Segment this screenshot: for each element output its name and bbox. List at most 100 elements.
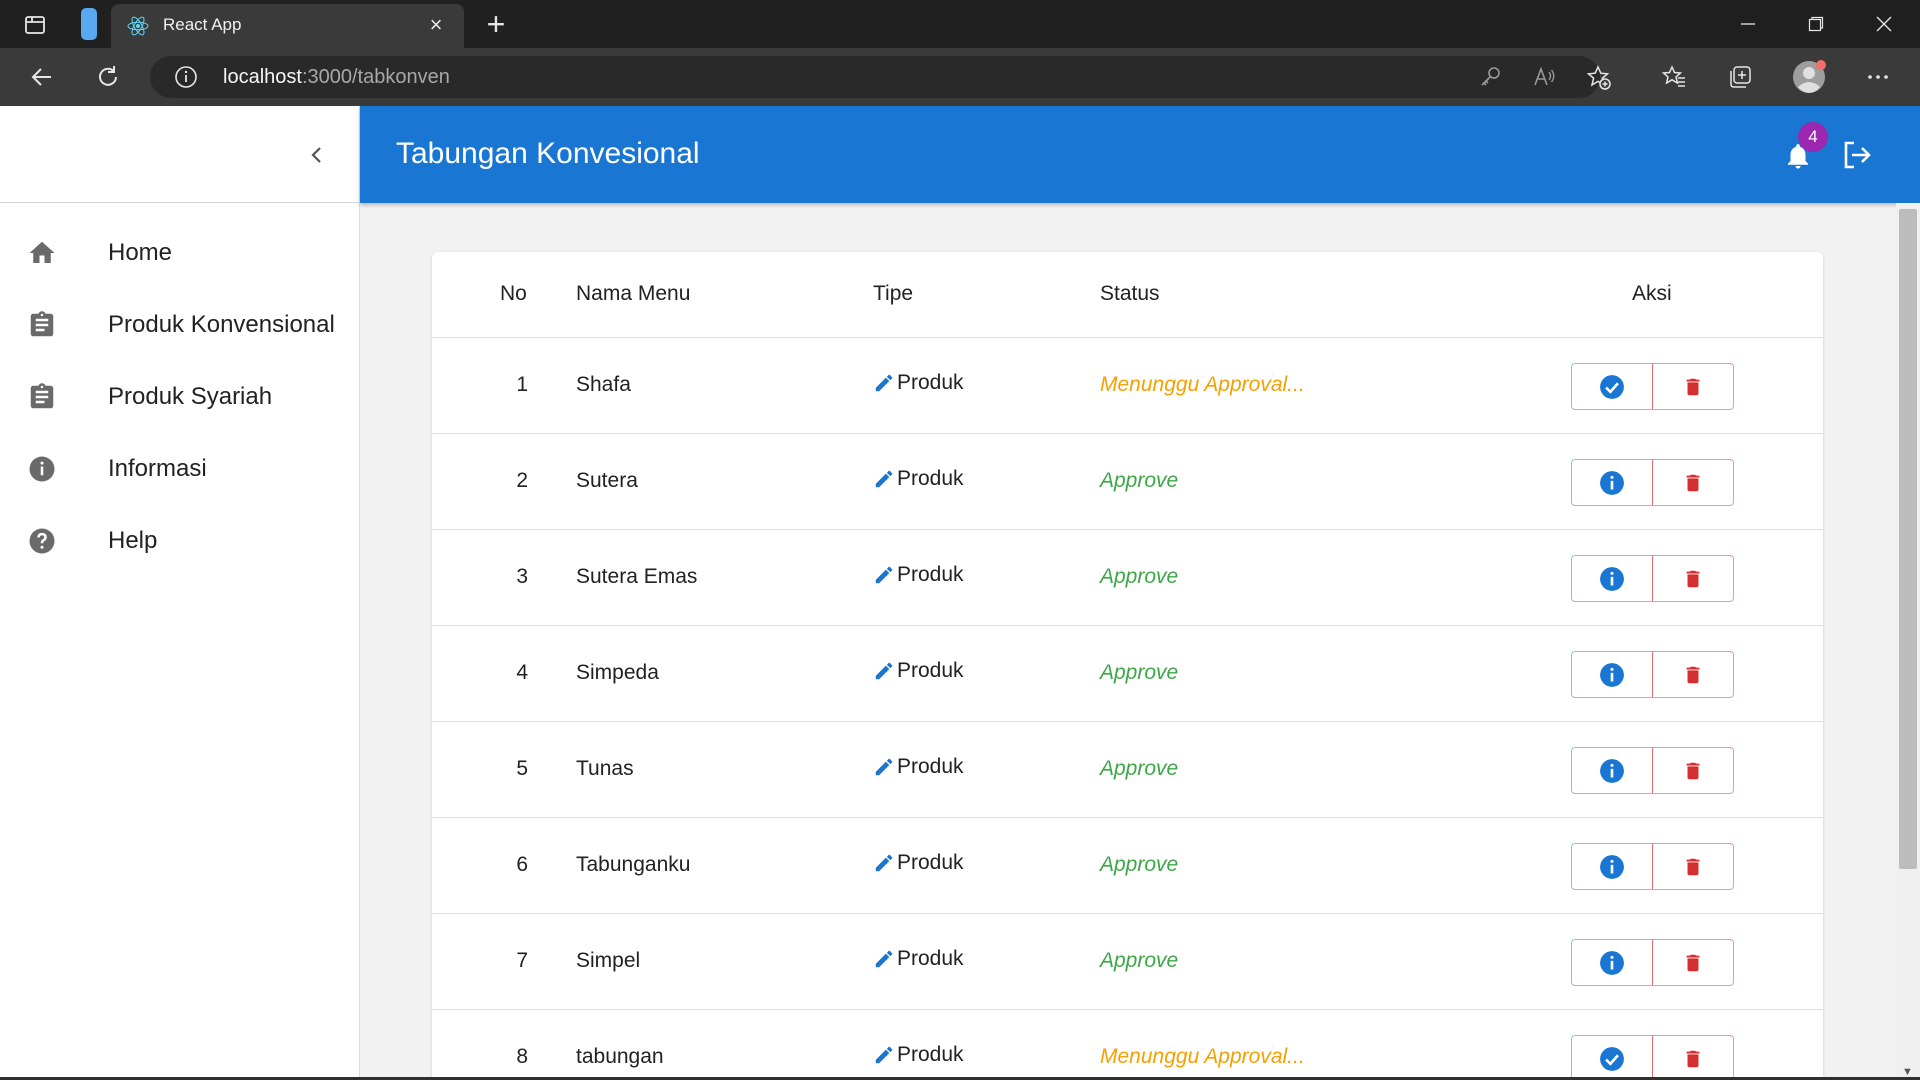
clipboard-icon <box>25 380 59 414</box>
row-actions <box>1571 747 1735 794</box>
notification-badge: 4 <box>1798 122 1828 152</box>
row-tipe[interactable]: Produk <box>873 467 964 491</box>
table-row: 4 Simpeda Produk Approve <box>432 626 1823 722</box>
row-name: Tunas <box>576 757 634 780</box>
delete-button[interactable] <box>1652 651 1734 698</box>
delete-button[interactable] <box>1652 459 1734 506</box>
page-scrollbar[interactable]: ▼ <box>1896 203 1920 1080</box>
collapse-sidebar-button[interactable] <box>300 138 334 172</box>
browser-tab[interactable]: React App × <box>111 4 464 48</box>
minimize-button[interactable] <box>1714 0 1782 48</box>
edit-pencil-icon[interactable] <box>873 564 895 586</box>
workspace-icon[interactable] <box>78 6 100 42</box>
approve-button[interactable] <box>1571 363 1653 410</box>
info-icon <box>1599 662 1625 688</box>
table-row: 3 Sutera Emas Produk Approve <box>432 530 1823 626</box>
home-icon <box>25 236 59 270</box>
profile-avatar[interactable] <box>1789 57 1829 97</box>
restore-button[interactable] <box>1782 0 1850 48</box>
header-aksi: Aksi <box>1632 282 1672 305</box>
tab-actions-icon[interactable] <box>22 12 48 38</box>
tipe-label: Produk <box>897 467 964 490</box>
new-tab-button[interactable]: + <box>480 8 512 40</box>
row-number: 6 <box>516 853 528 876</box>
address-bar[interactable]: localhost:3000/tabkonven <box>150 56 1611 98</box>
scrollbar-thumb[interactable] <box>1899 209 1917 869</box>
row-tipe[interactable]: Produk <box>873 371 964 395</box>
sidebar-item-home[interactable]: Home <box>0 223 359 283</box>
tipe-label: Produk <box>897 1043 964 1066</box>
react-logo-icon <box>127 15 149 37</box>
delete-button[interactable] <box>1652 555 1734 602</box>
row-tipe[interactable]: Produk <box>873 563 964 587</box>
row-actions <box>1571 555 1735 602</box>
info-button[interactable] <box>1571 651 1653 698</box>
add-favorite-icon[interactable] <box>1586 65 1612 91</box>
app-header: Tabungan Konvesional 4 <box>360 106 1920 203</box>
row-name: Tabunganku <box>576 853 691 876</box>
favorites-button[interactable] <box>1654 57 1694 97</box>
row-actions <box>1571 939 1735 986</box>
edit-pencil-icon[interactable] <box>873 948 895 970</box>
row-tipe[interactable]: Produk <box>873 659 964 683</box>
sidebar-item-label: Help <box>108 527 158 554</box>
clipboard-icon <box>25 308 59 342</box>
delete-button[interactable] <box>1652 843 1734 890</box>
info-icon <box>1599 758 1625 784</box>
row-tipe[interactable]: Produk <box>873 851 964 875</box>
info-button[interactable] <box>1571 939 1653 986</box>
url-path: :3000/tabkonven <box>301 66 450 88</box>
more-options-icon[interactable] <box>1858 57 1898 97</box>
sidebar-item-label: Informasi <box>108 455 207 482</box>
edit-pencil-icon[interactable] <box>873 468 895 490</box>
info-button[interactable] <box>1571 747 1653 794</box>
sidebar-item-help[interactable]: Help <box>0 511 359 571</box>
sidebar-item-label: Produk Syariah <box>108 383 273 410</box>
url-text: localhost:3000/tabkonven <box>223 66 450 89</box>
tipe-label: Produk <box>897 851 964 874</box>
header-no: No <box>500 282 527 305</box>
close-window-button[interactable] <box>1850 0 1918 48</box>
logout-icon[interactable] <box>1836 134 1878 176</box>
delete-button[interactable] <box>1652 939 1734 986</box>
site-info-icon[interactable] <box>174 65 198 89</box>
tab-close-icon[interactable]: × <box>424 13 448 37</box>
delete-button[interactable] <box>1652 1035 1734 1080</box>
status-text: Menunggu Approval... <box>1100 373 1305 396</box>
delete-button[interactable] <box>1652 363 1734 410</box>
edit-pencil-icon[interactable] <box>873 756 895 778</box>
check-circle-icon <box>1599 374 1625 400</box>
info-button[interactable] <box>1571 555 1653 602</box>
info-icon <box>1599 470 1625 496</box>
approve-button[interactable] <box>1571 1035 1653 1080</box>
edit-pencil-icon[interactable] <box>873 852 895 874</box>
sidebar-item-produk-konvensional[interactable]: Produk Konvensional <box>0 295 359 355</box>
row-name: tabungan <box>576 1045 664 1068</box>
trash-icon <box>1682 375 1704 399</box>
header-tipe: Tipe <box>873 282 914 305</box>
tipe-label: Produk <box>897 371 964 394</box>
info-button[interactable] <box>1571 843 1653 890</box>
collections-button[interactable] <box>1720 57 1760 97</box>
row-number: 4 <box>516 661 528 684</box>
sidebar-item-informasi[interactable]: Informasi <box>0 439 359 499</box>
edit-pencil-icon[interactable] <box>873 660 895 682</box>
sidebar-item-produk-syariah[interactable]: Produk Syariah <box>0 367 359 427</box>
info-icon <box>1599 566 1625 592</box>
edit-pencil-icon[interactable] <box>873 372 895 394</box>
delete-button[interactable] <box>1652 747 1734 794</box>
back-button[interactable] <box>22 57 62 97</box>
row-number: 7 <box>516 949 528 972</box>
password-key-icon[interactable] <box>1478 65 1502 89</box>
edit-pencil-icon[interactable] <box>873 1044 895 1066</box>
product-table: No Nama Menu Tipe Status Aksi 1 Shafa Prod… <box>432 252 1823 1080</box>
read-aloud-icon[interactable] <box>1532 65 1556 89</box>
refresh-button[interactable] <box>88 57 128 97</box>
url-host: localhost <box>223 66 302 88</box>
row-tipe[interactable]: Produk <box>873 947 964 971</box>
status-text: Approve <box>1100 661 1179 684</box>
row-tipe[interactable]: Produk <box>873 755 964 779</box>
row-tipe[interactable]: Produk <box>873 1043 964 1067</box>
table-header: No Nama Menu Tipe Status Aksi <box>432 252 1823 338</box>
info-button[interactable] <box>1571 459 1653 506</box>
